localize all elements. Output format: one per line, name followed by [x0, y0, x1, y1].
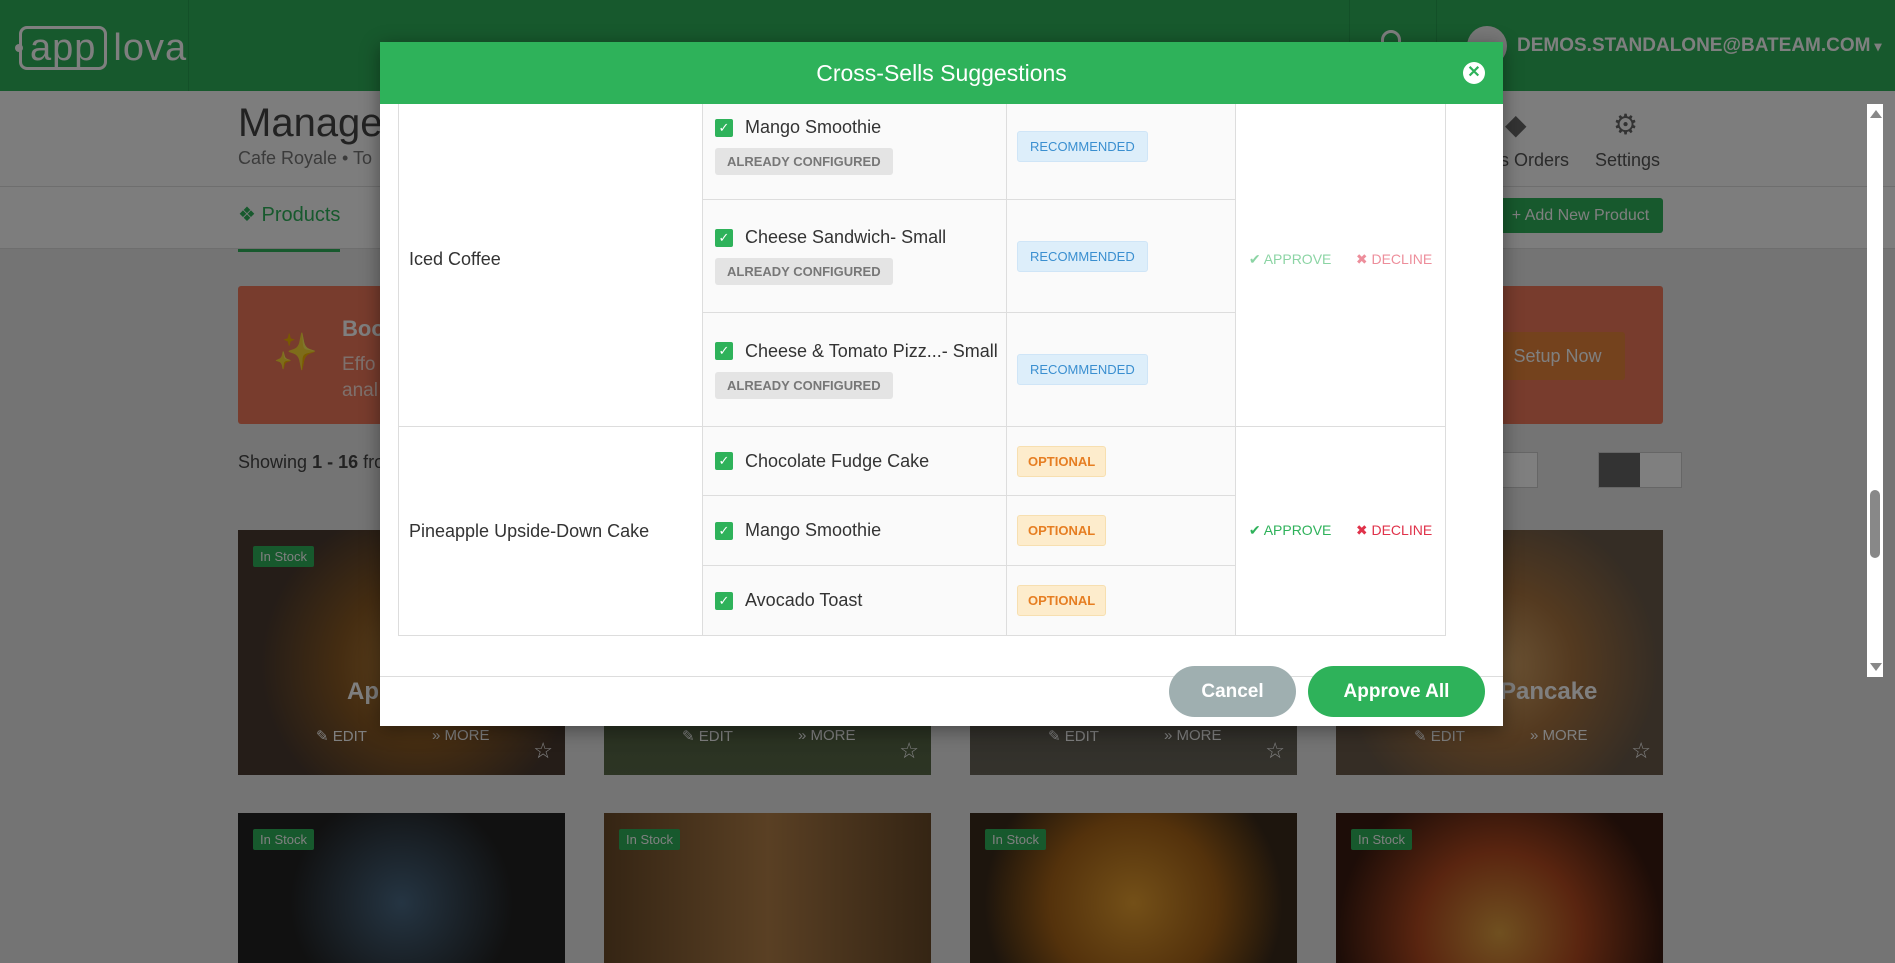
product-cell: Iced Coffee	[398, 104, 703, 427]
decline-button[interactable]: ✖ DECLINE	[1356, 251, 1432, 268]
status-cell: OPTIONAL	[1006, 495, 1236, 566]
item-cell: ✓ Cheese & Tomato Pizz...- Small ALREADY …	[702, 312, 1007, 427]
status-cell: RECOMMENDED	[1006, 312, 1236, 427]
status-cell: OPTIONAL	[1006, 565, 1236, 636]
item-name: Avocado Toast	[745, 590, 863, 610]
approve-all-button[interactable]: Approve All	[1308, 666, 1485, 717]
modal-title: Cross-Sells Suggestions	[816, 60, 1067, 86]
item-name: Mango Smoothie	[745, 117, 882, 137]
checkbox[interactable]: ✓	[715, 452, 733, 470]
scrollbar-thumb[interactable]	[1870, 490, 1880, 558]
scrollbar[interactable]	[1867, 104, 1883, 677]
checkbox[interactable]: ✓	[715, 521, 733, 540]
status-badge: OPTIONAL	[1017, 445, 1107, 477]
status-cell: RECOMMENDED	[1006, 199, 1236, 313]
table-row: Iced Coffee ✓ Mango Smoothie ALREADY CONF…	[398, 104, 1446, 427]
item-name: Cheese & Tomato Pizz...- Small	[745, 340, 998, 361]
close-icon[interactable]: ✕	[1463, 62, 1485, 84]
item-cell: ✓ Chocolate Fudge Cake	[702, 426, 1007, 496]
item-cell: ✓ Avocado Toast	[702, 565, 1007, 636]
action-cell: ✔ APPROVE ✖ DECLINE	[1235, 426, 1446, 636]
already-configured-badge: ALREADY CONFIGURED	[715, 371, 893, 399]
modal-header: Cross-Sells Suggestions ✕	[380, 42, 1503, 104]
status-cell: OPTIONAL	[1006, 426, 1236, 496]
item-name: Mango Smoothie	[745, 520, 882, 540]
status-cell: RECOMMENDED	[1006, 104, 1236, 200]
item-cell: ✓ Mango Smoothie	[702, 495, 1007, 566]
checkbox[interactable]: ✓	[715, 228, 733, 247]
cross-sells-modal: Cross-Sells Suggestions ✕ Iced Coffee ✓ M…	[380, 42, 1883, 726]
modal-body[interactable]: Iced Coffee ✓ Mango Smoothie ALREADY CONF…	[380, 104, 1503, 677]
suggestions-table: Iced Coffee ✓ Mango Smoothie ALREADY CONF…	[398, 104, 1446, 636]
checkbox[interactable]: ✓	[715, 118, 733, 137]
scroll-down-arrow-icon[interactable]	[1870, 663, 1882, 671]
checkbox[interactable]: ✓	[715, 591, 733, 610]
item-name: Cheese Sandwich- Small	[745, 227, 947, 247]
already-configured-badge: ALREADY CONFIGURED	[715, 258, 893, 285]
status-badge: RECOMMENDED	[1017, 354, 1148, 385]
modal-footer: Cancel Approve All	[380, 666, 1503, 726]
scroll-up-arrow-icon[interactable]	[1870, 110, 1882, 118]
item-cell: ✓ Mango Smoothie ALREADY CONFIGURED	[702, 104, 1007, 200]
status-badge: RECOMMENDED	[1017, 240, 1148, 272]
product-cell: Pineapple Upside-Down Cake	[398, 426, 703, 636]
table-row: Pineapple Upside-Down Cake ✓ Chocolate Fu…	[398, 426, 1446, 636]
approve-button[interactable]: ✔ APPROVE	[1249, 251, 1332, 268]
decline-button[interactable]: ✖ DECLINE	[1356, 522, 1432, 539]
approve-button[interactable]: ✔ APPROVE	[1249, 522, 1332, 539]
action-cell: ✔ APPROVE ✖ DECLINE	[1235, 104, 1446, 427]
cancel-button[interactable]: Cancel	[1169, 666, 1296, 717]
status-badge: RECOMMENDED	[1017, 130, 1148, 162]
item-cell: ✓ Cheese Sandwich- Small ALREADY CONFIGUR…	[702, 199, 1007, 313]
status-badge: OPTIONAL	[1017, 585, 1107, 616]
already-configured-badge: ALREADY CONFIGURED	[715, 148, 893, 175]
item-name: Chocolate Fudge Cake	[745, 450, 930, 471]
checkbox[interactable]: ✓	[715, 342, 733, 360]
status-badge: OPTIONAL	[1017, 515, 1107, 546]
